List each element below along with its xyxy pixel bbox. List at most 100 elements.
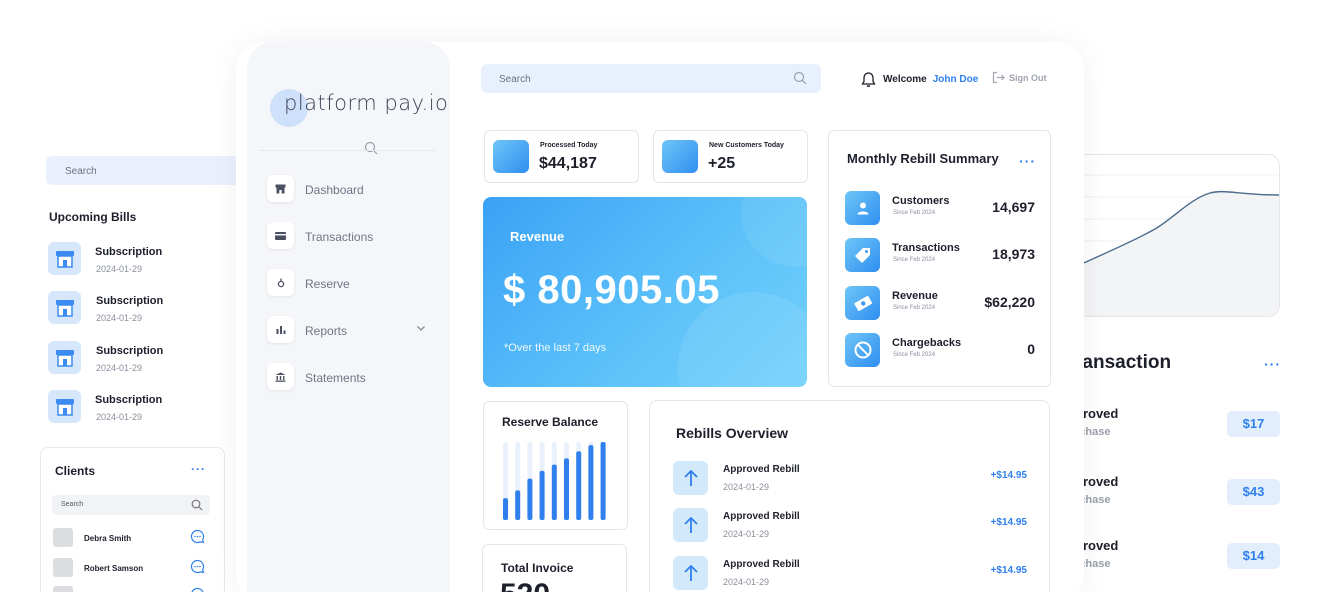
background-right-panel: ransaction ··· proved rchase $17 proved … bbox=[1075, 0, 1320, 592]
summary-row-transactions[interactable]: Transactions Since Feb 2024 18,973 bbox=[845, 238, 1035, 274]
revenue-title: Revenue bbox=[510, 229, 565, 244]
money-icon bbox=[845, 286, 880, 320]
bill-date: 2024-01-29 bbox=[96, 264, 143, 274]
store-icon bbox=[48, 341, 81, 374]
reserve-bar bbox=[576, 451, 582, 520]
avatar bbox=[53, 558, 73, 577]
summary-row-customers[interactable]: Customers Since Feb 2024 14,697 bbox=[845, 191, 1035, 227]
summary-menu-icon[interactable]: ··· bbox=[1019, 153, 1036, 169]
transaction-row[interactable]: proved rchase $17 bbox=[1075, 406, 1280, 446]
transactions-title: ransaction bbox=[1075, 352, 1172, 373]
sidebar-item-label: Transactions bbox=[305, 230, 374, 244]
sidebar-item-label: Reports bbox=[305, 324, 348, 338]
chat-icon[interactable] bbox=[190, 587, 205, 592]
summary-row-name: Chargebacks bbox=[892, 337, 962, 349]
bill-date: 2024-01-29 bbox=[96, 363, 143, 373]
line-chart bbox=[1075, 174, 1279, 316]
sidebar-item-reports[interactable]: Reports bbox=[267, 316, 437, 344]
bill-item[interactable]: Subscription 2024-01-29 bbox=[48, 291, 238, 325]
left-search-input[interactable]: Search bbox=[46, 156, 256, 185]
summary-row-chargebacks[interactable]: Chargebacks Since Feb 2024 0 bbox=[845, 333, 1035, 369]
bill-title: Subscription bbox=[95, 246, 163, 258]
sidebar-item-label: Reserve bbox=[305, 277, 350, 291]
reserve-bar bbox=[503, 498, 508, 520]
client-row[interactable]: Robert Samson bbox=[53, 558, 213, 578]
transaction-row[interactable]: proved rchase $43 bbox=[1075, 474, 1280, 514]
bill-item[interactable]: Subscription 2024-01-29 bbox=[48, 390, 238, 424]
decorative-circle bbox=[741, 197, 807, 267]
summary-row-since: Since Feb 2024 bbox=[893, 352, 936, 358]
logo[interactable]: platform pay.io bbox=[284, 91, 448, 115]
bell-icon[interactable] bbox=[860, 71, 877, 88]
chevron-down-icon[interactable] bbox=[416, 324, 426, 332]
reserve-bar bbox=[551, 464, 557, 520]
sign-out-button[interactable]: Sign Out bbox=[992, 71, 1047, 84]
transaction-amount: $43 bbox=[1227, 479, 1280, 505]
clients-menu-icon[interactable]: ··· bbox=[191, 462, 206, 476]
bill-item[interactable]: Subscription 2024-01-29 bbox=[48, 341, 238, 375]
chat-icon[interactable] bbox=[190, 529, 205, 544]
summary-row-value: 14,697 bbox=[992, 199, 1035, 215]
rebill-amount: +$14.95 bbox=[990, 517, 1027, 528]
reserve-bar bbox=[515, 490, 521, 520]
rebill-title: Approved Rebill bbox=[723, 511, 800, 522]
search-icon bbox=[191, 499, 203, 511]
transaction-row[interactable]: proved rchase $14 bbox=[1075, 538, 1280, 578]
avatar bbox=[53, 586, 73, 592]
search-icon[interactable] bbox=[793, 71, 807, 85]
stat-value: +25 bbox=[708, 155, 736, 172]
sign-out-label: Sign Out bbox=[1009, 72, 1047, 83]
summary-row-value: 18,973 bbox=[992, 246, 1035, 262]
search-icon[interactable] bbox=[364, 141, 378, 155]
rebill-row[interactable]: Approved Rebill 2024-01-29 +$14.95 bbox=[673, 556, 1027, 592]
sidebar-item-transactions[interactable]: Transactions bbox=[267, 222, 437, 250]
search-input[interactable]: Search bbox=[481, 64, 821, 93]
bill-date: 2024-01-29 bbox=[96, 412, 143, 422]
sign-out-icon bbox=[992, 71, 1005, 84]
rebill-row[interactable]: Approved Rebill 2024-01-29 +$14.95 bbox=[673, 508, 1027, 544]
transactions-menu-icon[interactable]: ··· bbox=[1264, 356, 1281, 372]
chat-icon[interactable] bbox=[190, 559, 205, 574]
blocked-icon bbox=[845, 333, 880, 367]
line-chart-card bbox=[1075, 154, 1280, 317]
reserve-balance-card: Reserve Balance bbox=[483, 401, 628, 530]
stat-card-processed: Processed Today $44,187 bbox=[484, 130, 639, 183]
arrow-up-icon bbox=[673, 556, 708, 590]
rebill-title: Approved Rebill bbox=[723, 464, 800, 475]
summary-row-name: Revenue bbox=[892, 290, 938, 302]
transaction-amount: $17 bbox=[1227, 411, 1280, 437]
store-icon bbox=[267, 175, 294, 202]
client-row[interactable]: Debra Smith bbox=[53, 528, 213, 548]
clients-search-input[interactable]: Search bbox=[52, 495, 210, 515]
rebills-title: Rebills Overview bbox=[676, 425, 789, 441]
client-row[interactable] bbox=[53, 586, 213, 592]
total-invoice-card: Total Invoice 520 bbox=[482, 544, 627, 592]
bill-item[interactable]: Subscription 2024-01-29 bbox=[48, 242, 238, 276]
reserve-bar bbox=[564, 458, 569, 520]
sidebar-item-reserve[interactable]: Reserve bbox=[267, 269, 437, 297]
sidebar-divider bbox=[259, 150, 435, 151]
reserve-bar-chart bbox=[503, 442, 606, 520]
sidebar-item-statements[interactable]: Statements bbox=[267, 363, 437, 391]
summary-title: Monthly Rebill Summary bbox=[847, 151, 999, 166]
avatar bbox=[53, 528, 73, 547]
store-icon bbox=[48, 390, 81, 423]
user-name[interactable]: John Doe bbox=[933, 74, 979, 85]
stat-icon bbox=[493, 140, 529, 173]
user-icon bbox=[845, 191, 880, 225]
summary-row-value: $62,220 bbox=[984, 294, 1035, 310]
summary-row-since: Since Feb 2024 bbox=[893, 257, 936, 263]
sidebar-item-dashboard[interactable]: Dashboard bbox=[267, 175, 437, 203]
bar-chart-icon bbox=[267, 316, 294, 343]
revenue-value: $ 80,905.05 bbox=[503, 268, 720, 312]
clients-search-placeholder: Search bbox=[61, 501, 84, 508]
summary-row-revenue[interactable]: Revenue Since Feb 2024 $62,220 bbox=[845, 286, 1035, 322]
bill-title: Subscription bbox=[95, 394, 163, 406]
card-icon bbox=[267, 222, 294, 249]
rebill-row[interactable]: Approved Rebill 2024-01-29 +$14.95 bbox=[673, 461, 1027, 497]
stat-value: $44,187 bbox=[539, 155, 597, 172]
invoice-title: Total Invoice bbox=[501, 561, 574, 575]
stat-label: Processed Today bbox=[540, 142, 598, 149]
search-placeholder: Search bbox=[499, 74, 531, 85]
rebill-date: 2024-01-29 bbox=[723, 577, 770, 587]
